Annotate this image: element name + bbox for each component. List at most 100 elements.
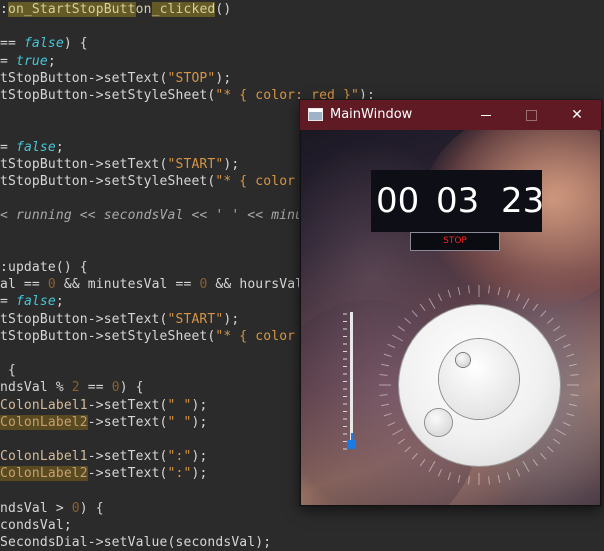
hours-display: 00 [376,181,420,221]
dial-tick [522,298,530,310]
code-line: == false) { [0,35,88,52]
code-line: condsVal; [0,517,72,534]
dial-tick [532,303,539,311]
dial-tick [540,310,547,317]
code-token: tStopButton->setText( [0,311,168,327]
dial-tick [506,289,511,298]
code-token: 2 [71,380,80,396]
dial-tick [532,459,539,467]
dial-tick [566,353,575,358]
dial-tick [404,317,411,324]
code-token: ); [191,397,208,413]
dial-tick [568,403,577,407]
code-line: :on_StartStopButton_clicked() [0,1,231,18]
slider-ticks [343,313,347,450]
dial-tick [570,374,579,376]
maximize-icon [526,110,537,121]
code-token: al == [0,277,48,293]
start-stop-button[interactable]: STOP [410,232,500,251]
dial-tick [562,421,571,427]
code-token: ); [223,311,240,327]
code-token: SecondsDial->setValue(secondsVal); [0,535,272,551]
main-window: MainWindow ✕ 00 03 23 STOP [300,100,601,506]
code-token: :update() { [0,260,88,275]
code-line: ndsVal % 2 == 0) { [0,379,144,396]
dial-tick [553,438,561,445]
code-token: false [23,36,64,52]
dial-knob[interactable] [456,353,470,367]
maximize-button[interactable] [508,100,554,130]
dial-tick [547,317,554,324]
timer-display: 00 03 23 [371,170,544,232]
dial-tick [457,474,461,483]
code-line: tStopButton->setText("START"); [0,156,239,173]
code-token: ColonLabel1 [0,397,88,413]
code-token: "* { color [215,174,296,189]
slider-handle[interactable] [347,440,356,449]
code-token: "START" [167,311,224,327]
dial-tick [397,325,405,332]
dial-tick [566,412,575,417]
code-line: tStopButton->setStyleSheet("* { color [0,328,295,345]
dial-tick [554,334,566,342]
code-token: && minutesVal == [55,277,200,293]
slider-track[interactable] [350,312,353,447]
code-token: ; [47,53,56,69]
dial-tick [568,363,577,367]
dial-tick [383,353,392,358]
code-token: ndsVal % [0,380,72,396]
code-token: ); [191,449,208,465]
code-line: ColonLabel1->setText(":"); [0,448,207,465]
code-token: ndsVal > [0,500,72,516]
window-title: MainWindow [330,107,413,122]
code-token: "STOP" [167,70,216,86]
code-line: = false; [0,293,64,310]
code-token: ); [223,156,240,172]
code-token: ); [191,466,208,482]
dial-tick [437,468,443,477]
dial-tick [381,363,390,367]
dial-tick [411,310,418,317]
code-token: false [15,294,56,310]
code-line: ColonLabel2->setText(" "); [0,414,207,431]
dial-tick [497,474,501,483]
code-token: ColonLabel2 [0,414,88,430]
dial-inner-ring [439,339,519,419]
dial-tick [553,325,561,332]
code-token: tStopButton->setStyleSheet( [0,328,216,344]
dial-tick [379,394,388,396]
dial-tick [447,289,452,298]
code-token: ); [215,70,232,86]
dial-tick [437,293,443,302]
code-token: true [15,53,48,69]
code-token: 0 [111,380,120,396]
dial-tick [392,334,404,342]
code-token: 0 [71,500,80,516]
title-bar[interactable]: MainWindow ✕ [300,100,601,130]
dial-tick [457,287,461,296]
code-line: :update() { [0,259,88,276]
code-token: ":" [167,449,192,465]
code-token: ->setText( [87,466,168,482]
app-window-icon [308,108,323,121]
code-token: ":" [167,466,192,482]
dial-tick [515,293,521,302]
code-line: = true; [0,53,56,70]
code-line: = false; [0,139,64,156]
dial-tick [540,453,547,460]
dial-tick [383,412,392,417]
code-token: ->setText( [87,414,168,430]
code-token: ->setText( [87,397,168,413]
seconds-dial[interactable] [399,305,560,466]
code-token: " " [167,414,192,430]
minimize-icon [481,115,491,116]
code-token: < running << secondsVal << ' ' << minu [0,208,304,224]
code-token: "START" [167,156,224,172]
close-button[interactable]: ✕ [554,100,600,130]
dial-tick [468,476,470,485]
dial-tick [522,460,530,472]
dial-tick [468,285,470,294]
code-token: false [15,139,56,155]
minimize-button[interactable] [463,100,509,130]
dial-indicator [425,409,452,436]
